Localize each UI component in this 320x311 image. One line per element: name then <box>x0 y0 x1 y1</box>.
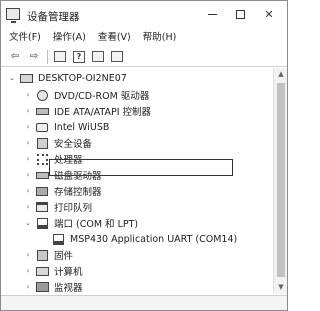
close-icon: ✕ <box>264 7 274 21</box>
vertical-scrollbar[interactable]: ▲ ▼ <box>273 68 287 294</box>
scrollbar-thumb[interactable] <box>277 83 285 277</box>
tree-item-label: 存储控制器 <box>54 187 102 198</box>
menu-view[interactable]: 查看(V) <box>98 30 131 46</box>
window-title: 设备管理器 <box>27 11 80 23</box>
toolbar-separator <box>47 49 48 64</box>
monitor-icon <box>111 51 123 62</box>
expand-arrow-icon[interactable]: › <box>23 171 33 179</box>
forward-button[interactable]: ⇨ <box>26 49 42 65</box>
tree-item-label: 固件 <box>54 251 74 262</box>
menu-help[interactable]: 帮助(H) <box>143 30 177 46</box>
key-icon <box>35 137 49 149</box>
tree-item-label: 计算机 <box>54 267 83 278</box>
maximize-icon <box>235 9 245 19</box>
disc-icon <box>35 89 49 101</box>
expand-arrow-icon[interactable]: › <box>23 155 33 163</box>
tree-root-label: DESKTOP-OI2NE07 <box>38 72 127 84</box>
port-icon <box>51 233 65 245</box>
expand-arrow-icon[interactable]: › <box>23 283 33 291</box>
usb-icon <box>35 121 49 133</box>
tree-item-label: 监视器 <box>54 283 83 294</box>
tree-item-label: 打印队列 <box>54 203 93 214</box>
tree-item-label: 端口 (COM 和 LPT) <box>54 219 139 230</box>
tree-item-dvd[interactable]: › DVD/CD-ROM 驱动器 <box>23 87 149 103</box>
device-tree: ⌄ DESKTOP-OI2NE07 › DVD/CD-ROM 驱动器 › IDE… <box>1 68 271 295</box>
update-driver-button[interactable] <box>90 49 106 65</box>
tree-item-ports[interactable]: ⌄ 端口 (COM 和 LPT) <box>23 215 138 231</box>
minimize-button[interactable] <box>200 5 224 23</box>
back-button[interactable]: ⇦ <box>7 49 23 65</box>
printer-icon <box>35 201 49 213</box>
scan-hardware-button[interactable] <box>109 49 125 65</box>
computer-icon <box>19 72 33 84</box>
menu-bar: 文件(F) 操作(A) 查看(V) 帮助(H) <box>1 30 287 46</box>
tree-item-print-queue[interactable]: › 打印队列 <box>23 199 92 215</box>
tree-item-intel-wiusb[interactable]: › Intel WiUSB <box>23 119 110 135</box>
maximize-button[interactable] <box>228 5 252 23</box>
tree-item-label: Intel WiUSB <box>54 121 110 133</box>
port-icon <box>35 217 49 229</box>
forward-arrow-icon: ⇨ <box>29 51 39 62</box>
tree-item-security[interactable]: › 安全设备 <box>23 135 92 151</box>
tree-item-monitors[interactable]: › 监视器 <box>23 279 83 294</box>
title-bar: 设备管理器 ✕ <box>1 1 287 29</box>
scroll-down-arrow-icon[interactable]: ▼ <box>274 281 288 294</box>
properties-icon <box>54 51 66 62</box>
computer-icon <box>35 265 49 277</box>
expand-arrow-icon[interactable]: › <box>23 251 33 259</box>
tree-item-label: 安全设备 <box>54 139 93 150</box>
expand-arrow-icon[interactable]: › <box>23 123 33 131</box>
tree-item-label: IDE ATA/ATAPI 控制器 <box>54 107 152 118</box>
tree-item-storage[interactable]: › 存储控制器 <box>23 183 102 199</box>
expand-arrow-icon[interactable]: › <box>23 187 33 195</box>
expand-arrow-icon[interactable]: › <box>23 267 33 275</box>
device-manager-app-icon <box>6 8 20 23</box>
expand-arrow-icon[interactable]: › <box>23 91 33 99</box>
properties-button[interactable] <box>52 49 68 65</box>
scroll-up-arrow-icon[interactable]: ▲ <box>274 68 288 81</box>
drive-icon <box>35 105 49 117</box>
firmware-icon <box>35 249 49 261</box>
tree-item-computer[interactable]: › 计算机 <box>23 263 83 279</box>
selection-highlight <box>49 159 233 176</box>
tree-item-label: DVD/CD-ROM 驱动器 <box>54 91 150 102</box>
expand-arrow-icon[interactable]: › <box>23 139 33 147</box>
help-button[interactable]: ? <box>71 49 87 65</box>
menu-action[interactable]: 操作(A) <box>53 30 86 46</box>
device-manager-window: 设备管理器 ✕ 文件(F) 操作(A) 查看(V) 帮助(H) ⇦ ⇨ ? ⌄ … <box>0 0 288 311</box>
tree-item-ide[interactable]: › IDE ATA/ATAPI 控制器 <box>23 103 151 119</box>
expand-arrow-icon[interactable]: › <box>23 107 33 115</box>
status-bar <box>1 295 287 310</box>
close-button[interactable]: ✕ <box>257 5 281 23</box>
update-icon <box>92 51 104 62</box>
minimize-icon <box>207 13 217 15</box>
collapse-arrow-icon[interactable]: ⌄ <box>7 74 17 82</box>
tree-item-msp430-uart[interactable]: MSP430 Application UART (COM14) <box>39 231 237 247</box>
tree-root[interactable]: ⌄ DESKTOP-OI2NE07 <box>7 70 127 86</box>
collapse-arrow-icon[interactable]: ⌄ <box>23 219 33 227</box>
back-arrow-icon: ⇦ <box>10 51 20 62</box>
expand-arrow-icon[interactable]: › <box>23 203 33 211</box>
menu-file[interactable]: 文件(F) <box>9 30 41 46</box>
toolbar: ⇦ ⇨ ? <box>1 47 287 67</box>
drive-icon <box>35 169 49 181</box>
monitor-icon <box>35 281 49 293</box>
chip-icon <box>35 153 49 165</box>
tree-item-firmware[interactable]: › 固件 <box>23 247 73 263</box>
help-icon: ? <box>73 50 85 63</box>
storage-icon <box>35 185 49 197</box>
tree-item-label: MSP430 Application UART (COM14) <box>70 233 238 245</box>
